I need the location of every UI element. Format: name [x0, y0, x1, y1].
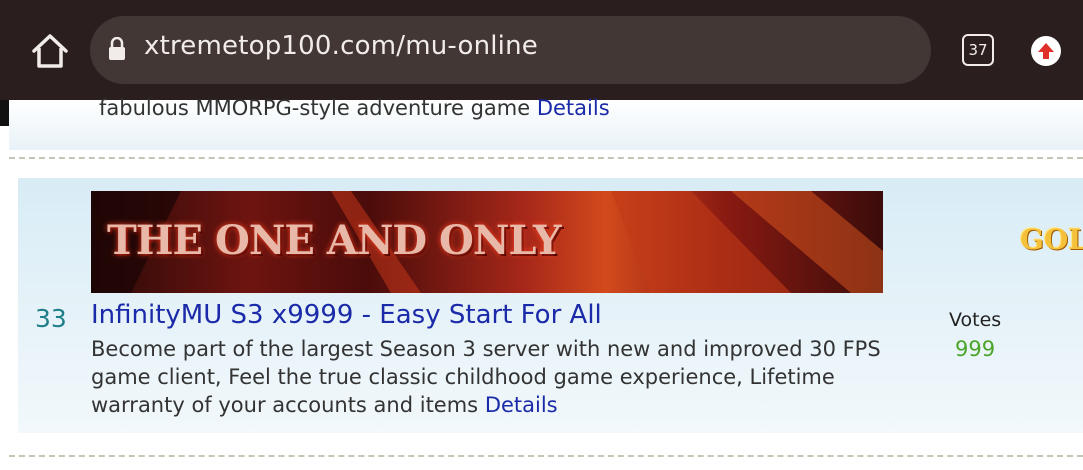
divider — [9, 157, 1083, 159]
rank-number: 33 — [35, 304, 67, 333]
divider — [9, 455, 1083, 457]
update-icon[interactable] — [1031, 36, 1061, 66]
votes-count: 999 — [955, 337, 996, 361]
scroll-edge — [0, 100, 9, 126]
lock-icon — [109, 37, 125, 60]
previous-details-link[interactable]: Details — [537, 96, 610, 120]
previous-description: fabulous MMORPG-style adventure game Det… — [99, 96, 610, 120]
tab-switcher-button[interactable]: 37 — [962, 34, 994, 66]
side-banner-logo[interactable]: GOLD — [1020, 223, 1083, 259]
tab-count: 37 — [968, 41, 988, 59]
banner-text: THE ONE AND ONLY — [107, 217, 562, 264]
list-item: THE ONE AND ONLY GOLD 33 InfinityMU S3 x… — [18, 178, 1083, 433]
server-description: Become part of the largest Season 3 serv… — [91, 335, 911, 419]
details-link[interactable]: Details — [485, 393, 558, 417]
server-banner[interactable]: THE ONE AND ONLY — [91, 191, 883, 293]
home-icon[interactable] — [30, 32, 70, 70]
page-content: fabulous MMORPG-style adventure game Det… — [0, 96, 1083, 470]
side-banner-text: GOLD — [1020, 223, 1083, 256]
list-item-previous: fabulous MMORPG-style adventure game Det… — [9, 96, 1083, 150]
previous-description-text: fabulous MMORPG-style adventure game — [99, 96, 531, 120]
url-text[interactable]: xtremetop100.com/mu-online — [144, 31, 538, 61]
server-title-link[interactable]: InfinityMU S3 x9999 - Easy Start For All — [91, 300, 602, 330]
browser-toolbar: xtremetop100.com/mu-online 37 — [0, 0, 1083, 100]
votes-label: Votes — [949, 309, 1002, 331]
